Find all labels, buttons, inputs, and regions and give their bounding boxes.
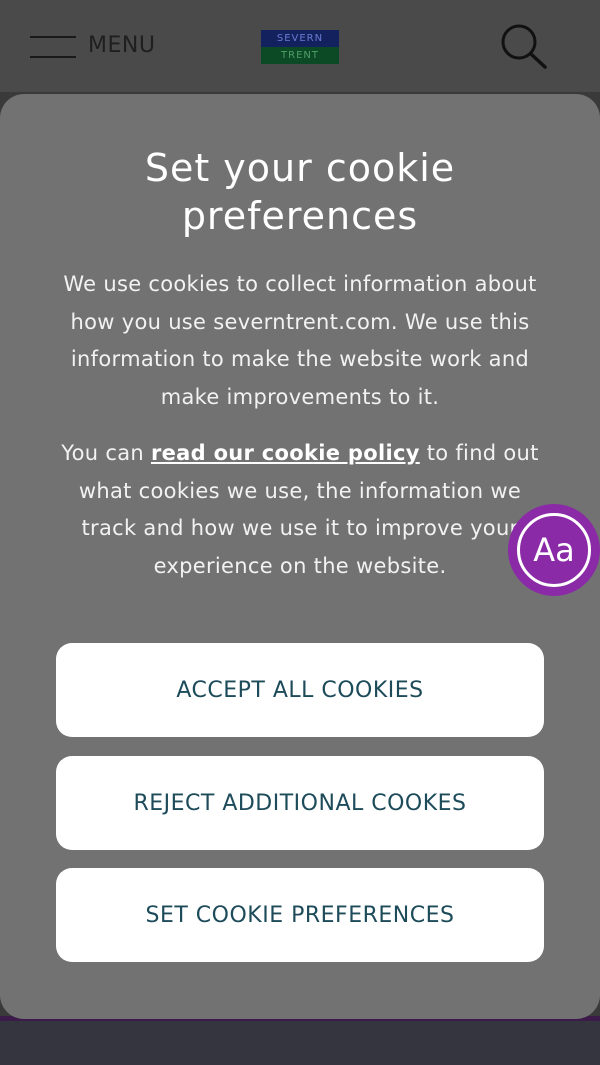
- menu-label: MENU: [88, 32, 156, 58]
- severn-trent-logo[interactable]: SEVERN TRENT: [261, 30, 339, 64]
- accessibility-widget-button[interactable]: Aa: [508, 504, 600, 596]
- background-content: [0, 1021, 600, 1065]
- set-cookie-preferences-button[interactable]: SET COOKIE PREFERENCES: [56, 868, 544, 962]
- policy-prefix: You can: [61, 441, 151, 465]
- hamburger-icon: [30, 32, 76, 58]
- logo-bottom-text: TRENT: [261, 47, 339, 64]
- cookie-intro-text: We use cookies to collect information ab…: [63, 272, 537, 409]
- accessibility-icon: Aa: [517, 513, 591, 587]
- modal-title: Set your cookie preferences: [144, 146, 456, 238]
- reject-additional-cookies-button[interactable]: REJECT ADDITIONAL COOKES: [56, 756, 544, 850]
- cookie-policy-text: You can read our cookie policy to find o…: [50, 435, 550, 585]
- logo-top-text: SEVERN: [261, 30, 339, 47]
- cookie-policy-link[interactable]: read our cookie policy: [151, 441, 420, 465]
- search-button[interactable]: [498, 22, 550, 70]
- accept-all-cookies-button[interactable]: ACCEPT ALL COOKIES: [56, 643, 544, 737]
- search-icon: [501, 24, 547, 69]
- site-header: MENU SEVERN TRENT: [0, 0, 600, 92]
- menu-button[interactable]: MENU: [30, 30, 155, 60]
